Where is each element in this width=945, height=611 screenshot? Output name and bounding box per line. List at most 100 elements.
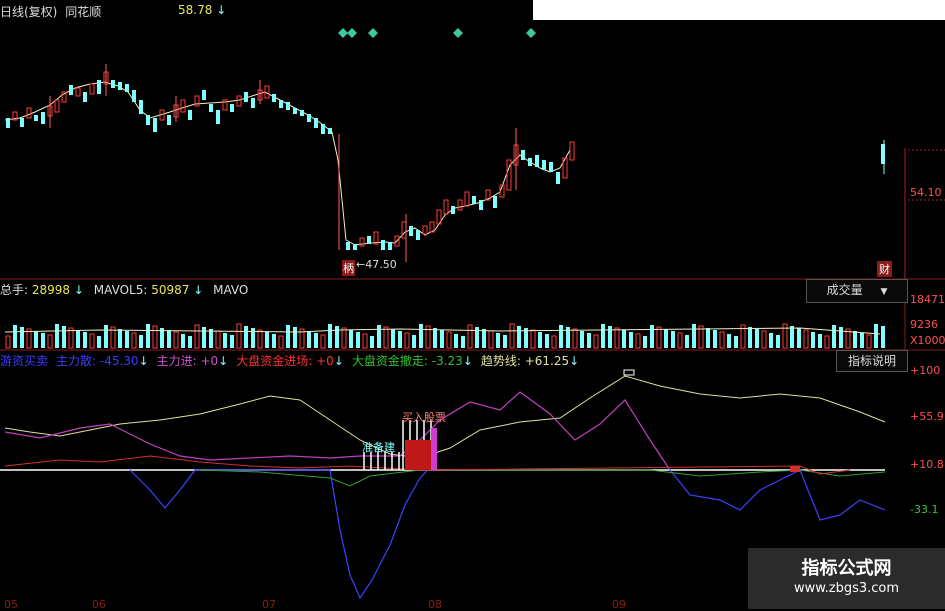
date-tick: 05: [4, 598, 18, 611]
volume-bar: [76, 330, 80, 348]
indicator-legend-label: 主力进:: [156, 354, 197, 368]
volume-bar: [209, 329, 213, 348]
volume-bar: [215, 330, 221, 349]
volume-bar: [47, 334, 53, 349]
volume-bar: [706, 328, 710, 348]
volume-bar: [257, 329, 263, 349]
volume-bar: [173, 331, 179, 349]
volume-axis-mid: 9236: [910, 318, 938, 331]
volume-bar: [719, 331, 725, 349]
volume-bar: [181, 334, 185, 348]
volume-axis-top: 18471: [910, 293, 945, 306]
date-tick: 09: [612, 598, 626, 611]
volume-bar: [83, 332, 87, 348]
price-axis-label: 54.10: [910, 186, 942, 199]
volume-bar: [629, 332, 633, 348]
volume-bar: [551, 335, 557, 349]
finance-tag[interactable]: 财: [877, 261, 892, 277]
volume-bar: [307, 331, 311, 348]
volume-bar: [593, 334, 599, 349]
volume-bar: [664, 329, 668, 348]
volume-bar: [517, 326, 521, 348]
volume-bar: [13, 325, 17, 348]
volume-bar: [286, 325, 290, 348]
volume-bar: [139, 335, 143, 348]
watermark-title: 指标公式网: [801, 558, 892, 579]
indicator-help-button[interactable]: 指标说明: [836, 350, 908, 372]
low-marker-prefix: 柄: [342, 260, 355, 276]
volume-bar: [580, 331, 584, 348]
volume-bar: [461, 336, 465, 348]
volume-bar: [545, 334, 549, 348]
volume-bar: [440, 330, 444, 348]
main-force-line: [4, 391, 671, 471]
volume-bar: [692, 324, 696, 348]
volume-bar: [818, 334, 822, 348]
volume-bar: [832, 325, 836, 348]
volume-bar: [713, 330, 717, 348]
volume-bar: [572, 328, 578, 349]
volume-bar: [559, 325, 563, 348]
volume-bar: [734, 336, 738, 348]
volume-bar: [866, 334, 872, 349]
date-tick: 07: [262, 598, 276, 611]
total-volume-label: 总手:: [0, 283, 29, 297]
volume-bar: [223, 333, 227, 348]
signal-diamond-icon: [526, 28, 536, 38]
down-arrow-icon: ↓: [138, 354, 149, 368]
volume-bar: [293, 327, 297, 348]
volume-bar: [34, 331, 38, 348]
volume-bar: [194, 324, 200, 349]
volume-bar: [89, 333, 95, 349]
volume-bar: [20, 327, 24, 348]
indicator-legend-label: 大盘资金撤走:: [351, 354, 428, 368]
date-tick: 08: [428, 598, 442, 611]
cursor-marker: [623, 369, 635, 376]
volume-dropdown-label: 成交量: [826, 283, 863, 297]
indicator-legend-label: 游资买卖: [0, 354, 49, 368]
mavol-tail: MAVO: [213, 283, 249, 297]
volume-bar: [496, 333, 500, 348]
volume-dropdown[interactable]: 成交量 ▼: [806, 279, 908, 303]
volume-bar: [782, 323, 788, 349]
indicator-axis-55: +55.9: [910, 410, 944, 423]
volume-bar: [811, 332, 815, 348]
volume-bar: [643, 336, 647, 348]
volume-bar: [104, 325, 108, 348]
volume-bar: [5, 335, 11, 349]
mavol5-label: MAVOL5:: [93, 283, 148, 297]
volume-bar: [614, 327, 620, 349]
volume-bar: [685, 335, 689, 348]
chevron-down-icon: ▼: [880, 287, 888, 297]
volume-bar: [509, 323, 515, 349]
volume-bar: [419, 324, 423, 348]
volume-bar: [727, 334, 731, 348]
down-arrow-icon: ↓: [193, 283, 204, 297]
volume-bar: [671, 331, 675, 348]
volume-bar: [278, 335, 284, 349]
volume-bar: [608, 326, 612, 348]
volume-bar: [824, 335, 830, 349]
volume-bar: [356, 332, 360, 348]
volume-bar: [341, 327, 347, 349]
volume-bar: [755, 329, 759, 348]
volume-bar: [467, 324, 473, 349]
volume-bar: [62, 326, 66, 348]
volume-bar: [236, 323, 242, 349]
volume-bar: [370, 336, 374, 348]
retail-line: [669, 469, 886, 521]
volume-bar: [853, 331, 857, 348]
watermark-logo: 指标公式网 www.zbgs3.com: [748, 548, 945, 609]
volume-bar: [202, 327, 206, 348]
volume-bar: [377, 325, 381, 348]
volume-bar: [433, 328, 437, 348]
down-arrow-icon: ↓: [218, 354, 229, 368]
volume-bar: [412, 335, 416, 348]
indicator-legend-label: 趋势线:: [480, 354, 521, 368]
price-candles-recovery: [346, 141, 885, 250]
volume-bar: [454, 334, 458, 348]
indicator-legend-value: +0: [196, 354, 219, 368]
volume-bar: [328, 324, 332, 348]
volume-bar: [860, 333, 864, 348]
volume-bar: [748, 327, 752, 348]
